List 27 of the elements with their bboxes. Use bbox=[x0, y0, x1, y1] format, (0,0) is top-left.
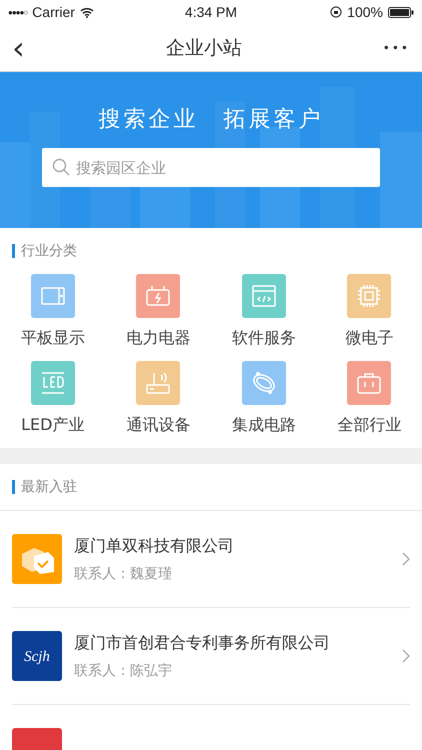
company-item[interactable]: 厦门单双科技有限公司 联系人：魏夏瑾 bbox=[74, 536, 390, 582]
rotation-lock-icon bbox=[330, 6, 342, 18]
wifi-icon bbox=[80, 6, 94, 18]
battery-percentage: 100% bbox=[347, 4, 383, 20]
section-title: 行业分类 bbox=[21, 242, 77, 260]
carrier-name: Carrier bbox=[32, 4, 75, 20]
page-title: 企业小站 bbox=[166, 36, 242, 60]
company-item[interactable]: 厦门市首创君合专利事务所有限公司 联系人：陈弘宇 bbox=[74, 632, 390, 680]
category-item[interactable]: 全部行业 bbox=[316, 361, 422, 436]
category-item[interactable]: 微电子 bbox=[316, 274, 422, 349]
chevron-right-icon bbox=[402, 649, 410, 663]
category-item[interactable]: LED产业 bbox=[0, 361, 106, 436]
banner-slogan: 搜索企业 拓展客户 bbox=[98, 106, 324, 134]
signal-strength: ●●●●○ bbox=[8, 8, 28, 16]
section-title: 最新入驻 bbox=[21, 478, 77, 496]
chevron-right-icon bbox=[402, 552, 410, 566]
search-field[interactable]: 搜索园区企业 bbox=[42, 148, 380, 187]
status-time: 4:34 PM bbox=[184, 4, 238, 20]
category-item[interactable]: 电力电器 bbox=[106, 274, 211, 349]
company-logo: Scjh bbox=[12, 631, 62, 681]
category-item[interactable]: 平板显示 bbox=[0, 274, 106, 349]
category-item[interactable]: 通讯设备 bbox=[106, 361, 211, 436]
battery-icon bbox=[388, 6, 414, 18]
category-item[interactable]: 集成电路 bbox=[211, 361, 316, 436]
more-button[interactable]: ••• bbox=[378, 42, 414, 54]
back-button[interactable]: ‹ bbox=[8, 32, 29, 64]
category-item[interactable]: 软件服务 bbox=[211, 274, 316, 349]
